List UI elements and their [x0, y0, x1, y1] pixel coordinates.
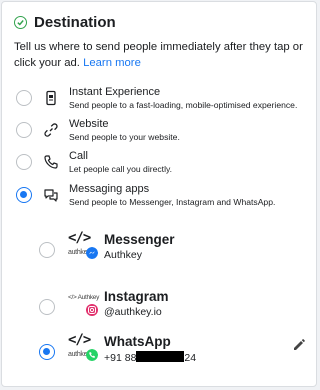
code-icon: </> [68, 230, 91, 246]
instant-experience-icon [46, 90, 56, 106]
app-instagram[interactable]: </> Authkey Instagram @authkey.io [2, 287, 318, 327]
section-title: Destination [34, 14, 116, 31]
instagram-icon [86, 304, 98, 316]
option-messaging-apps[interactable]: Messaging apps Send people to Messenger,… [2, 182, 318, 214]
authkey-logo: </> Authkey [68, 287, 100, 323]
app-account: @authkey.io [104, 306, 162, 318]
option-description: Send people to your website. [69, 132, 180, 142]
destination-card: Destination Tell us where to send people… [1, 1, 317, 387]
brand-text: </> Authkey [68, 294, 100, 301]
learn-more-link[interactable]: Learn more [83, 57, 141, 69]
authkey-logo: </> authkey [68, 230, 98, 266]
radio-messaging-apps[interactable] [16, 187, 32, 203]
whatsapp-icon [86, 349, 98, 361]
redacted-block [136, 351, 185, 362]
app-account: +91 88 24 [104, 351, 196, 364]
option-label: Call [69, 150, 88, 162]
messenger-icon [86, 247, 98, 259]
radio-whatsapp[interactable] [39, 344, 55, 360]
option-label: Instant Experience [69, 86, 161, 98]
check-circle-icon [14, 16, 27, 29]
app-messenger[interactable]: </> authkey Messenger Authkey [2, 230, 318, 270]
link-icon [44, 123, 58, 137]
app-account: Authkey [104, 249, 142, 261]
app-name: WhatsApp [104, 334, 171, 349]
radio-instant-experience[interactable] [16, 90, 32, 106]
option-label: Messaging apps [69, 183, 150, 195]
phone-suffix: 24 [184, 352, 197, 364]
radio-call[interactable] [16, 154, 32, 170]
phone-prefix: +91 88 [104, 352, 137, 364]
edit-pencil-icon[interactable] [292, 338, 306, 352]
option-description: Let people call you directly. [69, 164, 173, 174]
radio-messenger[interactable] [39, 242, 55, 258]
authkey-logo: </> authkey [68, 332, 98, 368]
radio-instagram[interactable] [39, 299, 55, 315]
radio-website[interactable] [16, 122, 32, 138]
option-instant-experience[interactable]: Instant Experience Send people to a fast… [2, 85, 318, 117]
phone-icon [44, 155, 58, 169]
option-description: Send people to a fast-loading, mobile-op… [69, 100, 298, 110]
code-icon: </> [68, 332, 91, 348]
chat-bubbles-icon [44, 189, 58, 202]
app-name: Messenger [104, 232, 175, 247]
section-description: Tell us where to send people immediately… [14, 41, 303, 69]
app-whatsapp[interactable]: </> authkey WhatsApp +91 88 24 [2, 332, 318, 372]
section-header: Destination [14, 14, 116, 31]
option-call[interactable]: Call Let people call you directly. [2, 149, 318, 181]
app-name: Instagram [104, 289, 169, 304]
option-description: Send people to Messenger, Instagram and … [69, 197, 276, 207]
option-website[interactable]: Website Send people to your website. [2, 117, 318, 149]
option-label: Website [69, 118, 109, 130]
